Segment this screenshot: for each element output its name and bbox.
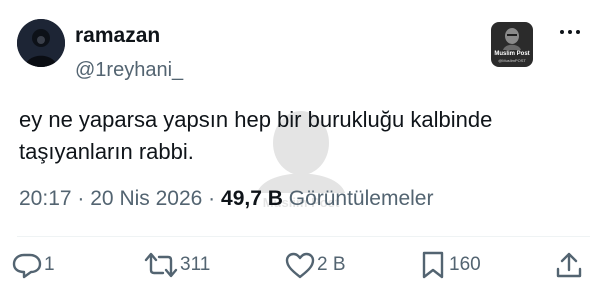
reply-button[interactable]: 1 <box>11 250 55 280</box>
watermark-title: Muslim Post <box>494 51 530 57</box>
bookmark-button[interactable]: 160 <box>418 250 481 280</box>
watermark-handle: @MuslimPOST <box>498 58 526 63</box>
tweet-text-line-2: taşıyanların rabbi. <box>19 139 194 164</box>
like-count: 2 B <box>317 254 346 275</box>
retweet-button[interactable]: 311 <box>143 250 210 280</box>
tweet-text: ey ne yaparsa yapsın hep bir burukluğu k… <box>19 104 589 168</box>
tweet-card: ramazan @1reyhani_ Muslim Post @MuslimPO… <box>0 0 607 300</box>
retweet-icon <box>144 252 178 278</box>
share-button[interactable] <box>553 250 585 280</box>
tweet-meta: 20:17 · 20 Nis 2026 · 49,7 B Görüntüleme… <box>19 185 433 213</box>
divider <box>17 236 590 237</box>
display-name[interactable]: ramazan <box>75 23 160 49</box>
tweet-text-line-1: ey ne yaparsa yapsın hep bir burukluğu k… <box>19 107 493 132</box>
views-count: 49,7 B <box>221 187 283 210</box>
bookmark-icon <box>422 251 444 279</box>
avatar[interactable] <box>17 19 65 67</box>
reply-count: 1 <box>44 254 55 275</box>
like-button[interactable]: 2 B <box>284 250 346 280</box>
meta-separator: · <box>208 187 216 210</box>
person-avatar-icon <box>17 19 65 67</box>
views-label: Görüntülemeler <box>288 187 434 210</box>
tweet-date[interactable]: 20 Nis 2026 <box>90 187 202 210</box>
more-icon <box>560 30 564 34</box>
watermark-face-icon <box>503 28 521 50</box>
meta-separator: · <box>77 187 85 210</box>
user-handle[interactable]: @1reyhani_ <box>75 58 183 82</box>
share-icon <box>556 252 582 278</box>
heart-icon <box>285 252 315 279</box>
bookmark-count: 160 <box>449 254 481 275</box>
watermark-badge: Muslim Post @MuslimPOST <box>491 22 533 67</box>
more-button[interactable] <box>554 22 586 42</box>
reply-icon <box>12 253 42 279</box>
retweet-count: 311 <box>180 254 211 275</box>
tweet-time[interactable]: 20:17 <box>19 187 72 210</box>
